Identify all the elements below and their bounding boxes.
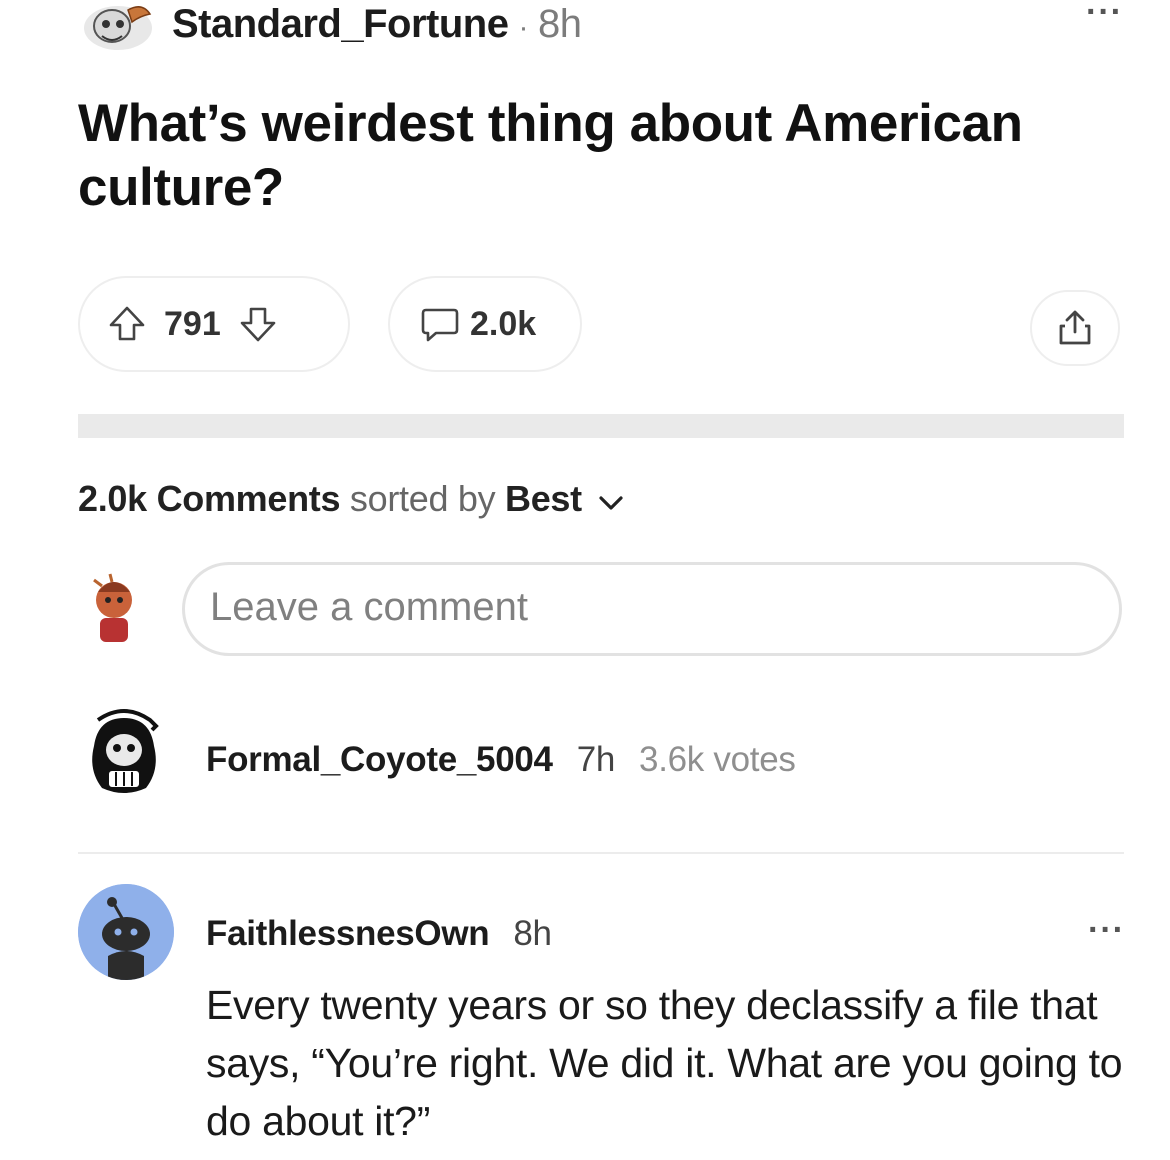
sort-value[interactable]: Best — [505, 478, 582, 519]
comment-input-placeholder[interactable]: Leave a comment — [210, 585, 528, 630]
comment-1-votes: 3.6k votes — [639, 740, 796, 779]
comment-2-meta: FaithlessnesOwn 8h — [206, 914, 552, 954]
vote-pill: 791 — [78, 276, 350, 372]
comment-separator — [78, 852, 1124, 854]
comment-1-time: 7h — [576, 740, 616, 779]
current-user-avatar-icon — [84, 570, 144, 650]
comments-sort-line[interactable]: 2.0k Comments sorted by Best — [78, 478, 624, 522]
post-time: 8h — [537, 2, 582, 46]
comment-1-meta: Formal_Coyote_5004 7h 3.6k votes — [206, 740, 796, 780]
chevron-down-icon[interactable] — [598, 480, 624, 522]
comment-icon — [420, 304, 460, 344]
share-button[interactable] — [1030, 290, 1120, 366]
post-author-line: Standard_Fortune · 8h — [172, 2, 582, 47]
downvote-icon[interactable] — [239, 305, 277, 343]
meta-separator: · — [518, 11, 528, 44]
comments-button[interactable]: 2.0k — [388, 276, 582, 372]
upvote-count: 791 — [164, 304, 221, 343]
comments-count: 2.0k — [470, 304, 537, 343]
post-author-name[interactable]: Standard_Fortune — [172, 2, 509, 46]
comment-1-author[interactable]: Formal_Coyote_5004 — [206, 740, 553, 779]
post-author-avatar-icon[interactable] — [78, 0, 158, 56]
comment-more-options-icon[interactable]: ··· — [1088, 913, 1125, 947]
upvote-icon[interactable] — [108, 305, 146, 343]
section-divider — [78, 414, 1124, 438]
comments-count-label: 2.0k Comments — [78, 478, 341, 519]
comment-2-author[interactable]: FaithlessnesOwn — [206, 914, 490, 953]
sorted-by-label: sorted by — [349, 478, 496, 519]
comment-2-body: Every twenty years or so they declassify… — [206, 982, 1123, 1144]
share-icon — [1055, 308, 1095, 348]
post-more-options-icon[interactable]: ··· — [1086, 0, 1123, 29]
commenter-avatar-icon — [84, 706, 164, 802]
commenter-avatar-icon[interactable] — [78, 884, 174, 980]
comment-2-time: 8h — [513, 914, 552, 953]
post-title[interactable]: What’s weirdest thing about American cul… — [78, 92, 1108, 220]
